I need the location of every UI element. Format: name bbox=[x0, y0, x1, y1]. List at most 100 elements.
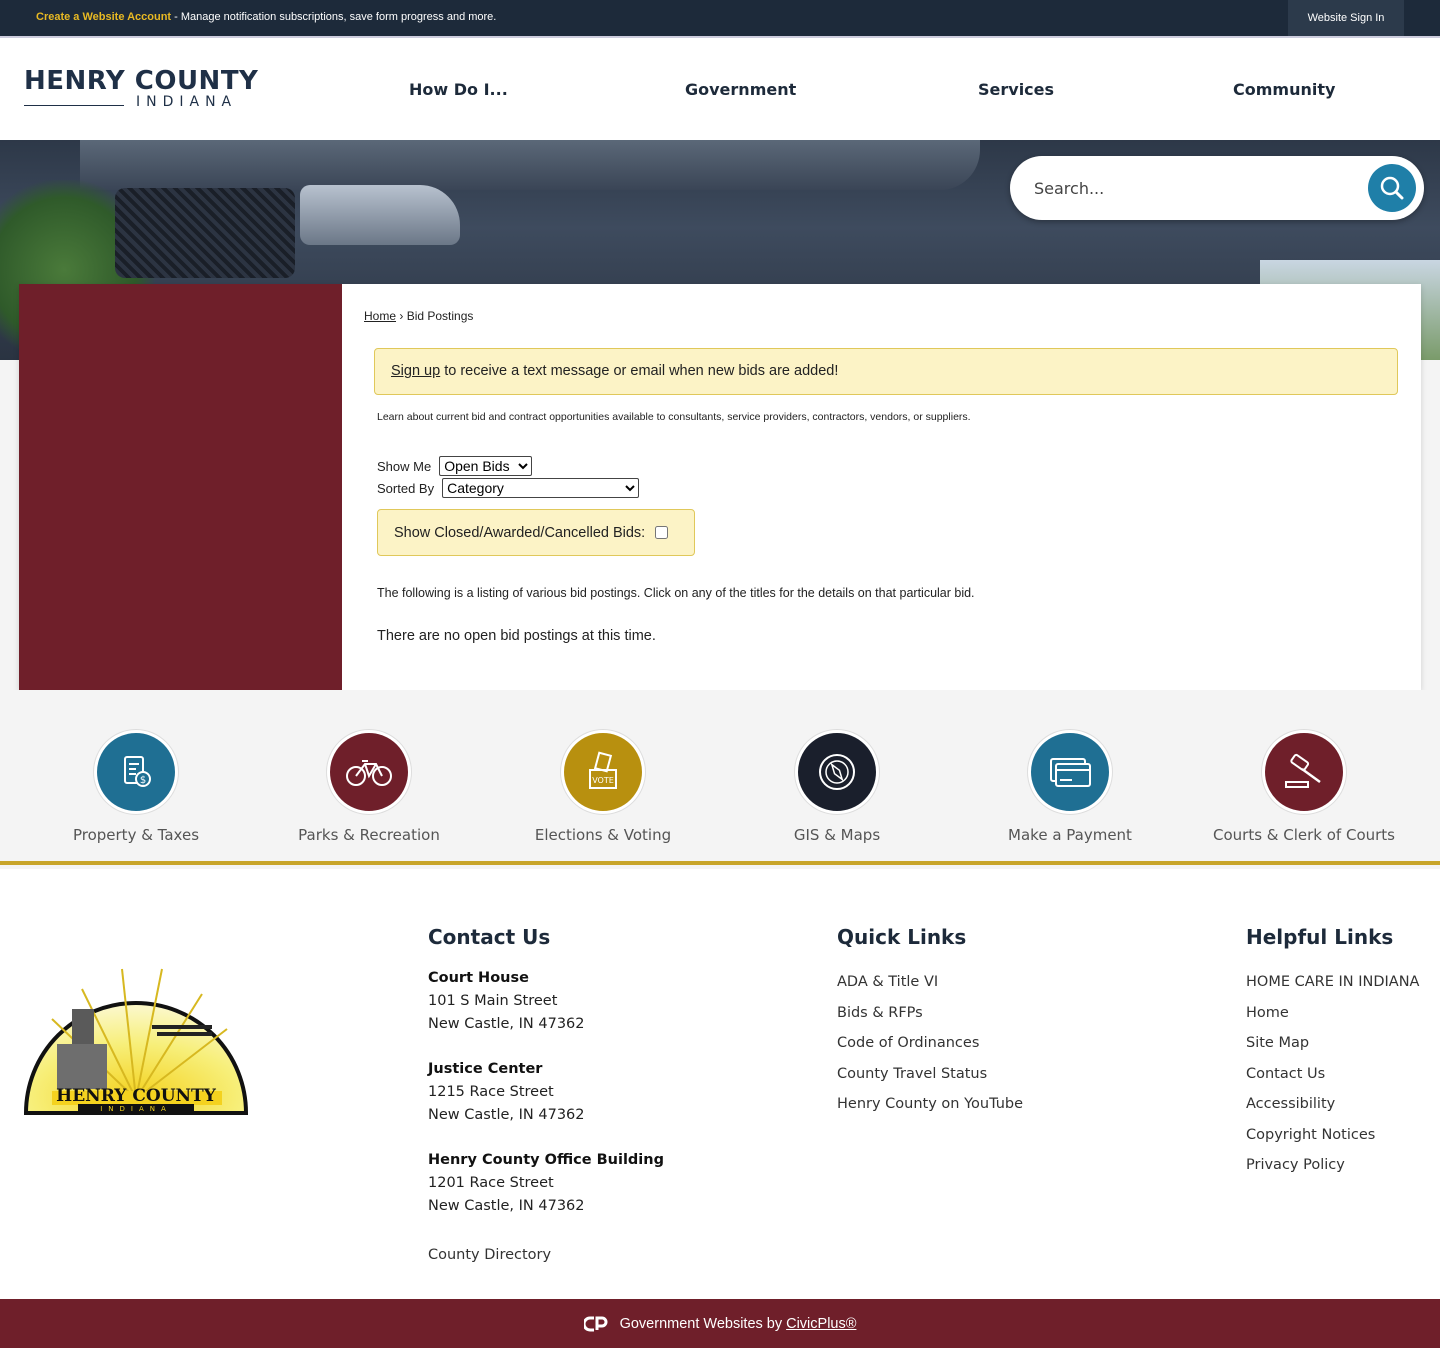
website-sign-in-button[interactable]: Website Sign In bbox=[1288, 0, 1404, 36]
address-line2: New Castle, IN 47362 bbox=[428, 1016, 585, 1032]
nav-services[interactable]: Services bbox=[978, 80, 1054, 99]
gavel-icon bbox=[1262, 730, 1346, 814]
quick-link-make-payment[interactable]: Make a Payment bbox=[960, 730, 1180, 844]
contact-heading: Contact Us bbox=[428, 925, 551, 949]
footer-link-accessibility[interactable]: Accessibility bbox=[1246, 1089, 1419, 1120]
show-me-select[interactable]: Open Bids bbox=[439, 456, 533, 476]
main-content: Home › Bid Postings Sign up to receive a… bbox=[342, 284, 1421, 690]
address-line1: 101 S Main Street bbox=[428, 993, 558, 1009]
address-name: Henry County Office Building bbox=[428, 1152, 664, 1168]
nav-government[interactable]: Government bbox=[685, 80, 796, 99]
footer-link-ada[interactable]: ADA & Title VI bbox=[837, 967, 1023, 998]
hero-vehicle-headlight bbox=[300, 185, 460, 245]
sorted-by-label: Sorted By bbox=[377, 480, 435, 496]
compass-icon bbox=[795, 730, 879, 814]
nav-how-do-i[interactable]: How Do I... bbox=[409, 80, 508, 99]
closed-bids-label: Show Closed/Awarded/Cancelled Bids: bbox=[394, 524, 646, 541]
search-icon bbox=[1380, 176, 1404, 200]
document-dollar-icon: $ bbox=[94, 730, 178, 814]
footer-link-travel-status[interactable]: County Travel Status bbox=[837, 1059, 1023, 1090]
seal-title: HENRY COUNTY bbox=[56, 1086, 217, 1106]
create-account-link[interactable]: Create a Website Account bbox=[36, 11, 171, 23]
closed-bids-checkbox[interactable] bbox=[655, 526, 669, 539]
quick-link-property-taxes[interactable]: $ Property & Taxes bbox=[26, 730, 246, 844]
svg-text:$: $ bbox=[140, 775, 146, 786]
quick-link-label: GIS & Maps bbox=[793, 826, 881, 844]
search-box bbox=[1010, 156, 1424, 220]
site-header: HENRY COUNTY INDIANA How Do I... Governm… bbox=[0, 36, 1440, 140]
footer-helpful-links-column: Helpful Links HOME CARE IN INDIANA Home … bbox=[1246, 925, 1419, 1181]
footer-link-home-care[interactable]: HOME CARE IN INDIANA bbox=[1246, 967, 1419, 998]
footer-link-bids[interactable]: Bids & RFPs bbox=[837, 998, 1023, 1029]
address-name: Justice Center bbox=[428, 1061, 543, 1077]
footer-contact-column: Contact Us Court House 101 S Main Street… bbox=[428, 925, 664, 1271]
top-bar: Create a Website Account - Manage notifi… bbox=[0, 0, 1440, 36]
ballot-box-icon: VOTE bbox=[561, 730, 645, 814]
footer-link-contact[interactable]: Contact Us bbox=[1246, 1059, 1419, 1090]
no-postings-message: There are no open bid postings at this t… bbox=[377, 628, 656, 644]
footer-quick-links-column: Quick Links ADA & Title VI Bids & RFPs C… bbox=[837, 925, 1023, 1120]
nav-community[interactable]: Community bbox=[1233, 80, 1335, 99]
quick-link-parks-recreation[interactable]: Parks & Recreation bbox=[259, 730, 479, 844]
breadcrumb-current: Bid Postings bbox=[406, 309, 474, 323]
sorted-by-select[interactable]: Category bbox=[442, 478, 640, 498]
quick-links-heading: Quick Links bbox=[837, 925, 967, 949]
quick-link-label: Make a Payment bbox=[1008, 826, 1132, 844]
show-me-label: Show Me bbox=[377, 458, 432, 474]
signup-alert: Sign up to receive a text message or ema… bbox=[374, 348, 1398, 395]
quick-link-label: Courts & Clerk of Courts bbox=[1213, 826, 1395, 844]
footer-link-home[interactable]: Home bbox=[1246, 998, 1419, 1029]
address-line1: 1215 Race Street bbox=[428, 1084, 554, 1100]
show-me-row: Show Me Open Bids bbox=[377, 456, 533, 476]
quick-link-label: Elections & Voting bbox=[534, 826, 672, 844]
credit-card-icon bbox=[1028, 730, 1112, 814]
quick-link-elections-voting[interactable]: VOTE Elections & Voting bbox=[493, 730, 713, 844]
signup-link[interactable]: Sign up bbox=[391, 363, 440, 379]
intro-text: Learn about current bid and contract opp… bbox=[377, 411, 971, 423]
search-button[interactable] bbox=[1368, 164, 1416, 212]
signup-alert-text: to receive a text message or email when … bbox=[440, 363, 839, 379]
quick-link-label: Parks & Recreation bbox=[298, 826, 440, 844]
county-directory-link[interactable]: County Directory bbox=[428, 1240, 664, 1271]
footer-link-privacy[interactable]: Privacy Policy bbox=[1246, 1150, 1419, 1181]
hero-vehicle-hood bbox=[80, 140, 980, 190]
address-office-building: Henry County Office Building 1201 Race S… bbox=[428, 1149, 664, 1218]
account-message: Create a Website Account - Manage notifi… bbox=[36, 11, 496, 23]
listing-description: The following is a listing of various bi… bbox=[377, 586, 975, 600]
address-court-house: Court House 101 S Main Street New Castle… bbox=[428, 967, 664, 1036]
county-seal: HENRY COUNTY INDIANA bbox=[22, 949, 250, 1119]
quick-links-bar: $ Property & Taxes Parks & Recreation VO… bbox=[0, 690, 1440, 865]
quick-link-courts-clerk[interactable]: Courts & Clerk of Courts bbox=[1194, 730, 1414, 844]
footer-link-copyright[interactable]: Copyright Notices bbox=[1246, 1120, 1419, 1151]
footer-link-site-map[interactable]: Site Map bbox=[1246, 1028, 1419, 1059]
logo-title: HENRY COUNTY bbox=[24, 66, 259, 96]
search-input[interactable] bbox=[1034, 174, 1354, 202]
address-justice-center: Justice Center 1215 Race Street New Cast… bbox=[428, 1058, 664, 1127]
quick-link-label: Property & Taxes bbox=[72, 826, 200, 844]
civicplus-bar: Government Websites by CivicPlus® bbox=[0, 1299, 1440, 1348]
logo-divider bbox=[24, 105, 124, 106]
civicplus-link[interactable]: CivicPlus® bbox=[786, 1316, 856, 1332]
breadcrumb-home[interactable]: Home bbox=[364, 309, 396, 323]
civicplus-logo-icon bbox=[583, 1316, 608, 1331]
footer-link-youtube[interactable]: Henry County on YouTube bbox=[837, 1089, 1023, 1120]
address-name: Court House bbox=[428, 970, 529, 986]
svg-text:VOTE: VOTE bbox=[592, 776, 614, 785]
bicycle-icon bbox=[327, 730, 411, 814]
site-logo[interactable]: HENRY COUNTY INDIANA bbox=[24, 66, 258, 110]
breadcrumb: Home › Bid Postings bbox=[364, 309, 473, 323]
civicplus-text: Government Websites by bbox=[619, 1315, 783, 1332]
sidebar bbox=[19, 284, 342, 690]
hero-vehicle-grille bbox=[115, 188, 295, 278]
quick-link-gis-maps[interactable]: GIS & Maps bbox=[727, 730, 947, 844]
site-footer: HENRY COUNTY INDIANA Contact Us Court Ho… bbox=[0, 869, 1440, 1299]
logo-subtitle: INDIANA bbox=[136, 94, 238, 110]
breadcrumb-separator: › bbox=[399, 309, 404, 323]
helpful-links-heading: Helpful Links bbox=[1246, 925, 1394, 949]
footer-link-ordinances[interactable]: Code of Ordinances bbox=[837, 1028, 1023, 1059]
closed-bids-toggle: Show Closed/Awarded/Cancelled Bids: bbox=[377, 509, 695, 556]
address-line2: New Castle, IN 47362 bbox=[428, 1107, 585, 1123]
account-message-text: - Manage notification subscriptions, sav… bbox=[171, 11, 497, 23]
seal-subtitle: INDIANA bbox=[100, 1105, 172, 1113]
address-line1: 1201 Race Street bbox=[428, 1175, 554, 1191]
